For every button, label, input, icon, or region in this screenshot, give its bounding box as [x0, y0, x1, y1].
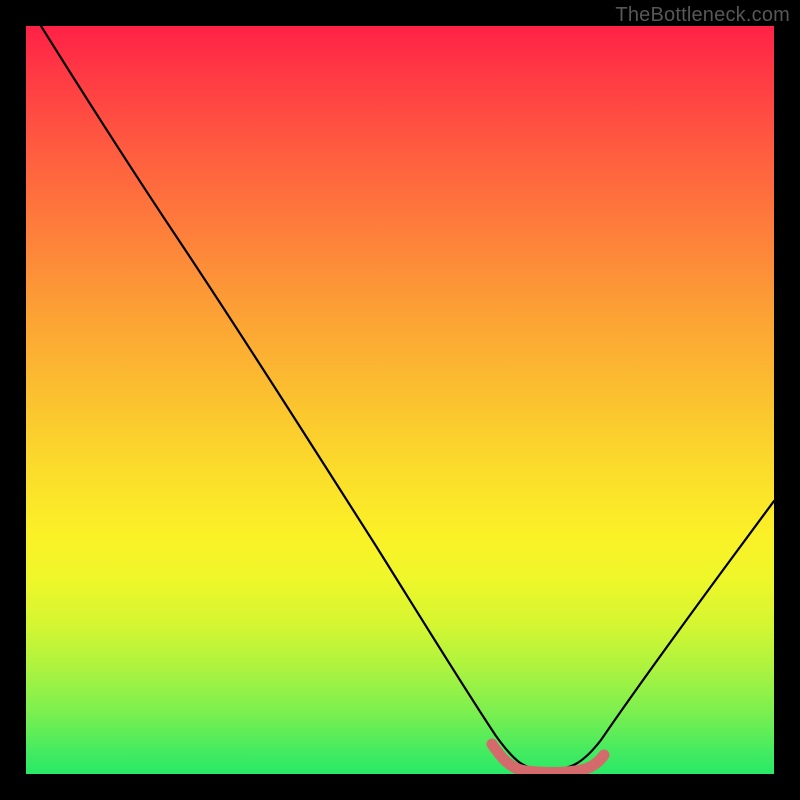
min-region-marker	[492, 744, 604, 772]
chart-frame: TheBottleneck.com	[0, 0, 800, 800]
watermark-text: TheBottleneck.com	[615, 4, 790, 27]
plot-area	[26, 26, 774, 774]
bottleneck-curve	[41, 26, 774, 770]
curve-svg	[26, 26, 774, 774]
